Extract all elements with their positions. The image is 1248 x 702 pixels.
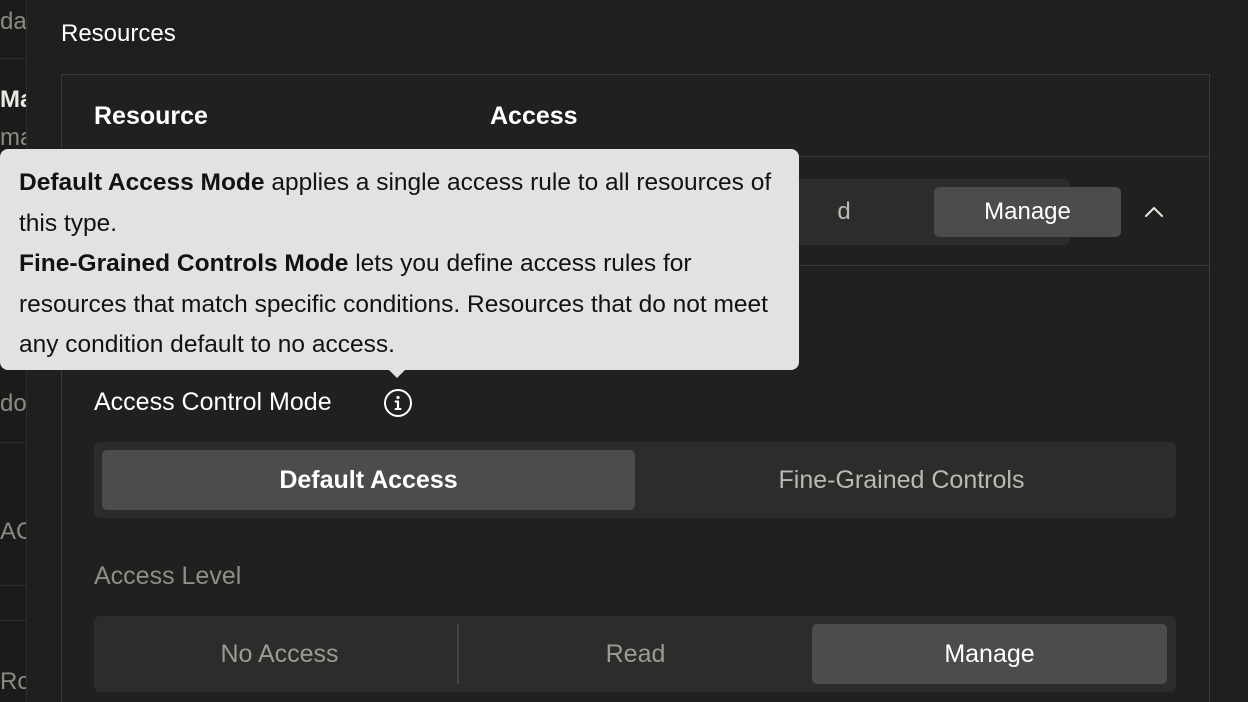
access-control-mode-label: Access Control Mode — [94, 388, 332, 416]
access-control-mode-toggle: Default Access Fine-Grained Controls — [94, 442, 1176, 518]
row-manage-option[interactable]: Manage — [934, 187, 1121, 237]
access-mode-tooltip: Default Access Mode applies a single acc… — [0, 149, 799, 370]
manage-option[interactable]: Manage — [812, 624, 1167, 684]
read-option[interactable]: Read — [459, 624, 812, 684]
column-header-access: Access — [490, 102, 578, 130]
section-title: Resources — [61, 20, 176, 47]
no-access-option[interactable]: No Access — [102, 624, 457, 684]
sidebar-fragment: ma — [0, 124, 26, 151]
tooltip-paragraph-default: Default Access Mode applies a single acc… — [19, 163, 780, 244]
access-level-label: Access Level — [94, 562, 242, 590]
sidebar-fragment: Ma — [0, 86, 26, 113]
column-header-resource: Resource — [94, 102, 208, 130]
sidebar-fragment: do — [0, 390, 27, 417]
sidebar-fragment: AC — [0, 518, 26, 545]
tooltip-paragraph-fine-grained: Fine-Grained Controls Mode lets you defi… — [19, 244, 780, 366]
sidebar-divider — [0, 442, 26, 443]
sidebar-divider — [0, 585, 26, 586]
sidebar-divider — [0, 58, 26, 59]
sidebar-fragment: da — [0, 8, 27, 35]
tooltip-default-title: Default Access Mode — [19, 169, 265, 196]
chevron-up-icon[interactable] — [1142, 200, 1166, 224]
access-level-toggle: No Access Read Manage — [94, 616, 1176, 692]
tooltip-arrow — [388, 369, 406, 378]
default-access-option[interactable]: Default Access — [102, 450, 635, 510]
tooltip-fine-grained-title: Fine-Grained Controls Mode — [19, 250, 349, 277]
sidebar-divider — [0, 620, 26, 621]
info-icon[interactable] — [383, 388, 413, 418]
fine-grained-controls-option[interactable]: Fine-Grained Controls — [635, 450, 1168, 510]
table-header: Resource Access — [62, 75, 1209, 157]
app-root: da Ma ma do AC Ro Resources Resource Acc… — [0, 0, 1248, 702]
row-read-option[interactable]: d — [794, 179, 894, 245]
sidebar-fragment: Ro — [0, 668, 26, 695]
